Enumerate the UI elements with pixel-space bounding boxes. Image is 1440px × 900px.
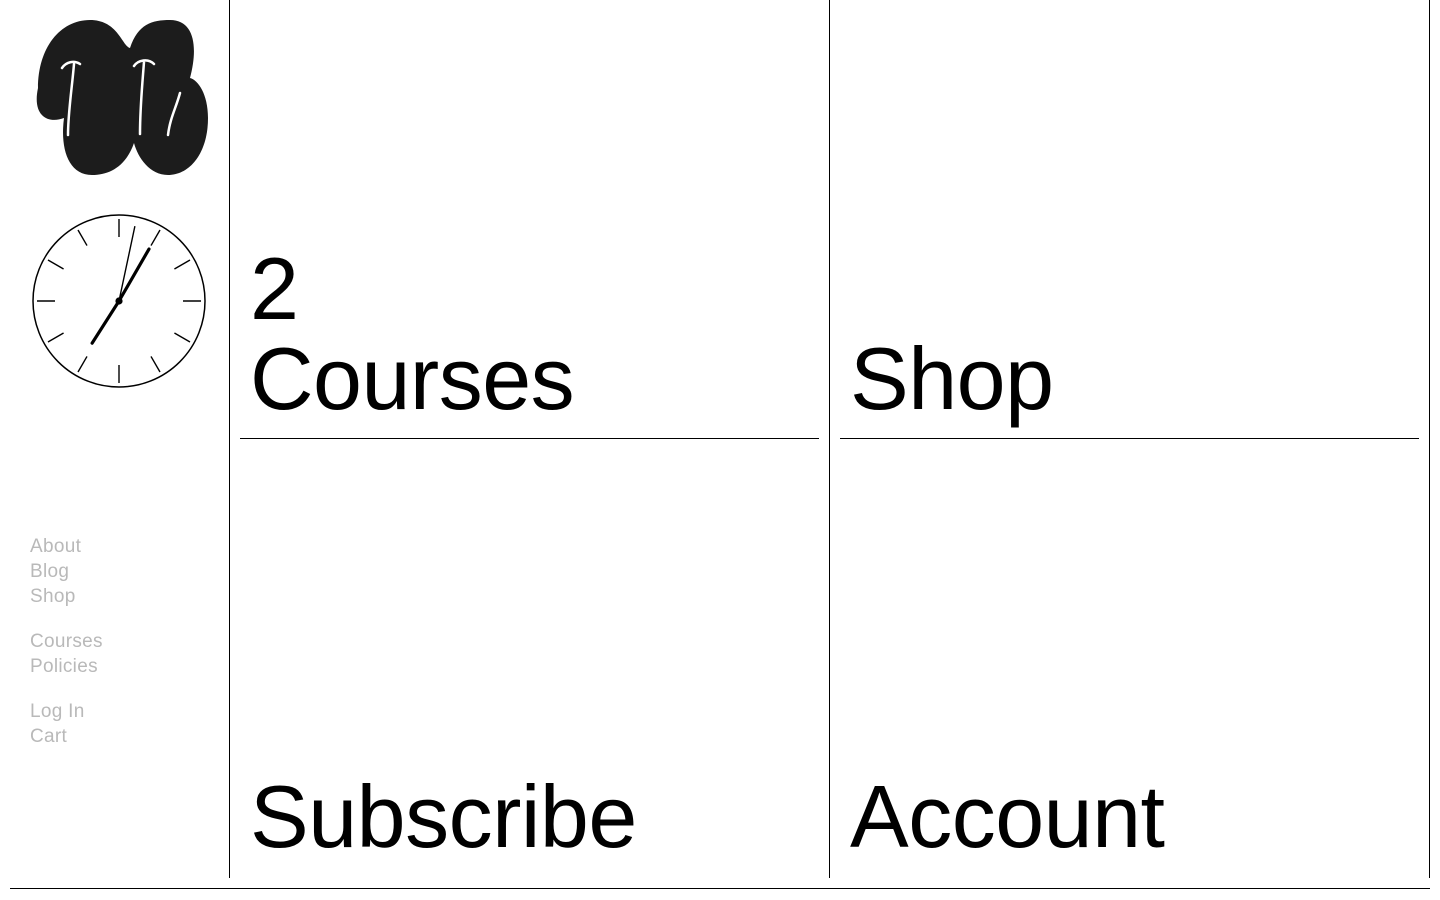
sidebar-nav: About Blog Shop Courses Policies Log In … [30, 534, 103, 769]
tile-shop[interactable]: Shop [840, 0, 1420, 440]
site-logo[interactable] [30, 18, 210, 178]
page: About Blog Shop Courses Policies Log In … [0, 0, 1440, 900]
tile-account[interactable]: Account [840, 440, 1420, 878]
squiggle-logo-icon [36, 20, 208, 175]
nav-link-shop[interactable]: Shop [30, 584, 103, 609]
account-title: Account [850, 767, 1165, 866]
nav-link-courses[interactable]: Courses [30, 629, 103, 654]
tile-courses-rule [240, 438, 819, 439]
divider-sidebar [229, 0, 230, 878]
footer-rule [10, 888, 1430, 889]
nav-link-blog[interactable]: Blog [30, 559, 103, 584]
tile-courses-label: 2 Courses [250, 239, 575, 424]
nav-link-policies[interactable]: Policies [30, 654, 103, 679]
tile-shop-rule [840, 438, 1419, 439]
analog-clock-icon [32, 214, 206, 388]
tile-courses[interactable]: 2 Courses [240, 0, 820, 440]
nav-link-cart[interactable]: Cart [30, 724, 103, 749]
nav-group-info: About Blog Shop [30, 534, 103, 609]
sidebar: About Blog Shop Courses Policies Log In … [0, 0, 229, 878]
tile-subscribe[interactable]: Subscribe [240, 440, 820, 878]
divider-center [829, 0, 830, 878]
clock [31, 213, 207, 389]
nav-group-account: Log In Cart [30, 699, 103, 749]
subscribe-title: Subscribe [250, 767, 637, 866]
shop-title: Shop [850, 329, 1054, 428]
courses-count: 2 [250, 239, 299, 338]
courses-title: Courses [250, 329, 575, 428]
divider-right [1429, 0, 1430, 878]
nav-link-login[interactable]: Log In [30, 699, 103, 724]
nav-group-learn: Courses Policies [30, 629, 103, 679]
nav-link-about[interactable]: About [30, 534, 103, 559]
